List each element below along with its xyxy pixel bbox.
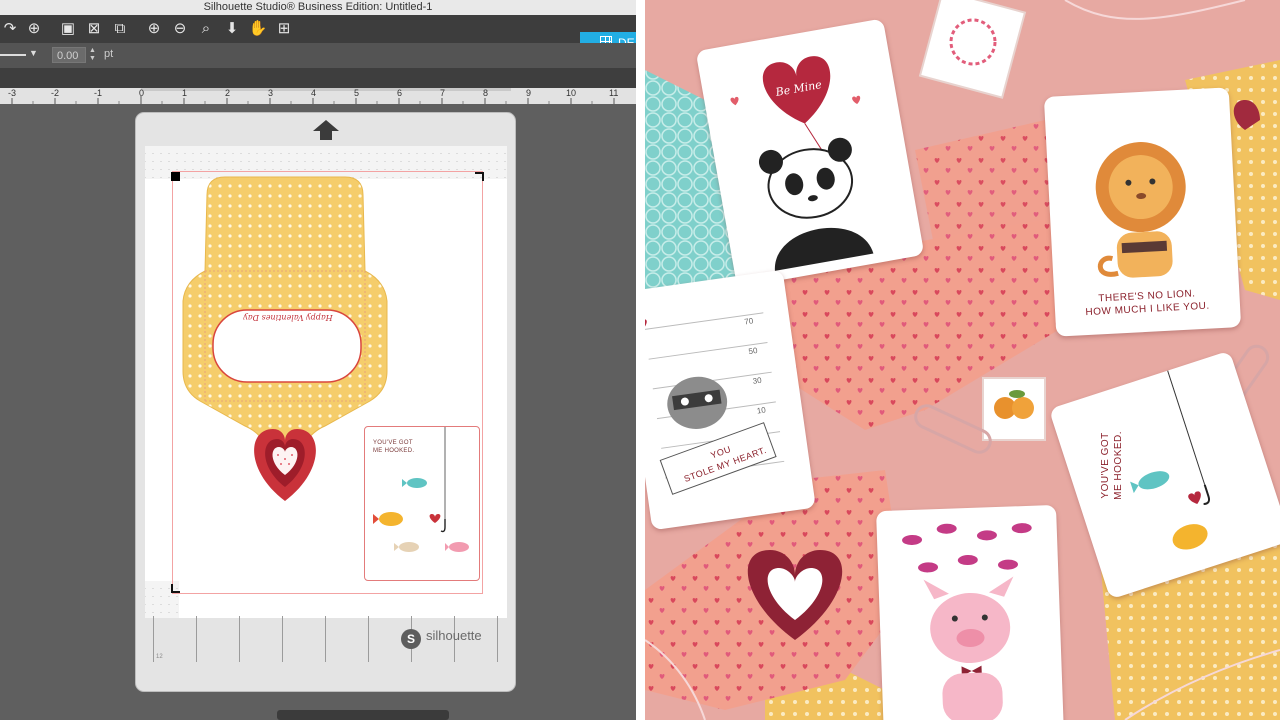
- zoom-in-icon[interactable]: ⊕: [144, 19, 164, 39]
- cutting-mat: Happy Valentines Day YOU'VE GOT ME HOOKE…: [135, 112, 516, 692]
- image-divider: [636, 0, 645, 720]
- ruler-label: -2: [51, 88, 60, 98]
- ruler-label: -1: [94, 88, 103, 98]
- fit-page-icon[interactable]: ⊞: [274, 19, 294, 39]
- hand-icon[interactable]: ↷: [0, 19, 20, 39]
- pig-card: [876, 504, 1064, 720]
- horizontal-scrollbar[interactable]: [277, 710, 449, 720]
- ruler-label: 8: [483, 88, 489, 98]
- feed-direction-arrow-icon: [313, 120, 339, 140]
- globe-icon[interactable]: ⊕: [24, 19, 44, 39]
- pig-illustration: [902, 523, 1032, 720]
- mat-brand-text: silhouette: [426, 628, 482, 643]
- mat-size-label: 12: [156, 654, 163, 660]
- envelope-greeting-text: Happy Valentines Day: [243, 313, 333, 322]
- valentine-cards-photo: Be Mine THERE'S NO LION. HOW MUCH I LIKE…: [645, 0, 1280, 720]
- stepper-icon[interactable]: ▲ ▼: [89, 47, 96, 63]
- ungroup-icon[interactable]: ⊠: [84, 19, 104, 39]
- ruler-label: 3: [268, 88, 274, 98]
- toolbar-spacer: [0, 68, 636, 88]
- ruler-label: 10: [566, 88, 577, 98]
- group-icon[interactable]: ▣: [58, 19, 78, 39]
- ruler-label: 9: [526, 88, 532, 98]
- silhouette-logo-icon: S: [401, 629, 421, 649]
- registration-mark: [475, 172, 484, 181]
- ruler-label: 1: [182, 88, 188, 98]
- hooked-card-caption: YOU'VE GOT ME HOOKED.: [1100, 430, 1125, 500]
- registration-mark: [171, 584, 180, 593]
- small-card-art: [373, 427, 469, 552]
- toolbar: ↷ ⊕ ▣ ⊠ ⧉ ⊕ ⊖ ⌕ ⬇ ✋ ⊞ DE: [0, 15, 636, 54]
- horizontal-ruler: -3 -2 -1 0 1 2 3 4 5 6 7 8 9 10 11: [0, 88, 636, 105]
- ruler-label: 7: [440, 88, 446, 98]
- design-page: Happy Valentines Day YOU'VE GOT ME HOOKE…: [145, 146, 507, 618]
- ruler-label: 2: [225, 88, 231, 98]
- stroke-width-input[interactable]: 0.00: [52, 47, 86, 63]
- compound-icon[interactable]: ⧉: [110, 19, 130, 39]
- ruler-label: 11: [609, 88, 619, 98]
- ruler-label: 4: [311, 88, 317, 98]
- small-card-design[interactable]: YOU'VE GOT ME HOOKED.: [364, 426, 480, 581]
- ruler-label: 6: [397, 88, 403, 98]
- ruler-label: 0: [139, 88, 145, 98]
- line-options-bar: ▼ 0.00 ▲ ▼ pt: [0, 43, 636, 68]
- silhouette-studio-window: Silhouette Studio® Business Edition: Unt…: [0, 0, 636, 720]
- design-canvas[interactable]: Happy Valentines Day YOU'VE GOT ME HOOKE…: [0, 104, 636, 720]
- ruler-label: -3: [8, 88, 17, 98]
- window-title: Silhouette Studio® Business Edition: Unt…: [0, 0, 636, 16]
- lion-card: THERE'S NO LION. HOW MUCH I LIKE YOU.: [1043, 87, 1242, 337]
- line-style-swatch[interactable]: [0, 54, 26, 56]
- stroke-unit-label: pt: [104, 48, 114, 60]
- move-down-icon[interactable]: ⬇: [222, 19, 242, 39]
- zoom-select-icon[interactable]: ⌕: [196, 19, 216, 39]
- zoom-out-icon[interactable]: ⊖: [170, 19, 190, 39]
- pan-icon[interactable]: ✋: [248, 19, 268, 39]
- ruler-label: 5: [354, 88, 360, 98]
- chevron-down-icon[interactable]: ▼: [29, 48, 38, 58]
